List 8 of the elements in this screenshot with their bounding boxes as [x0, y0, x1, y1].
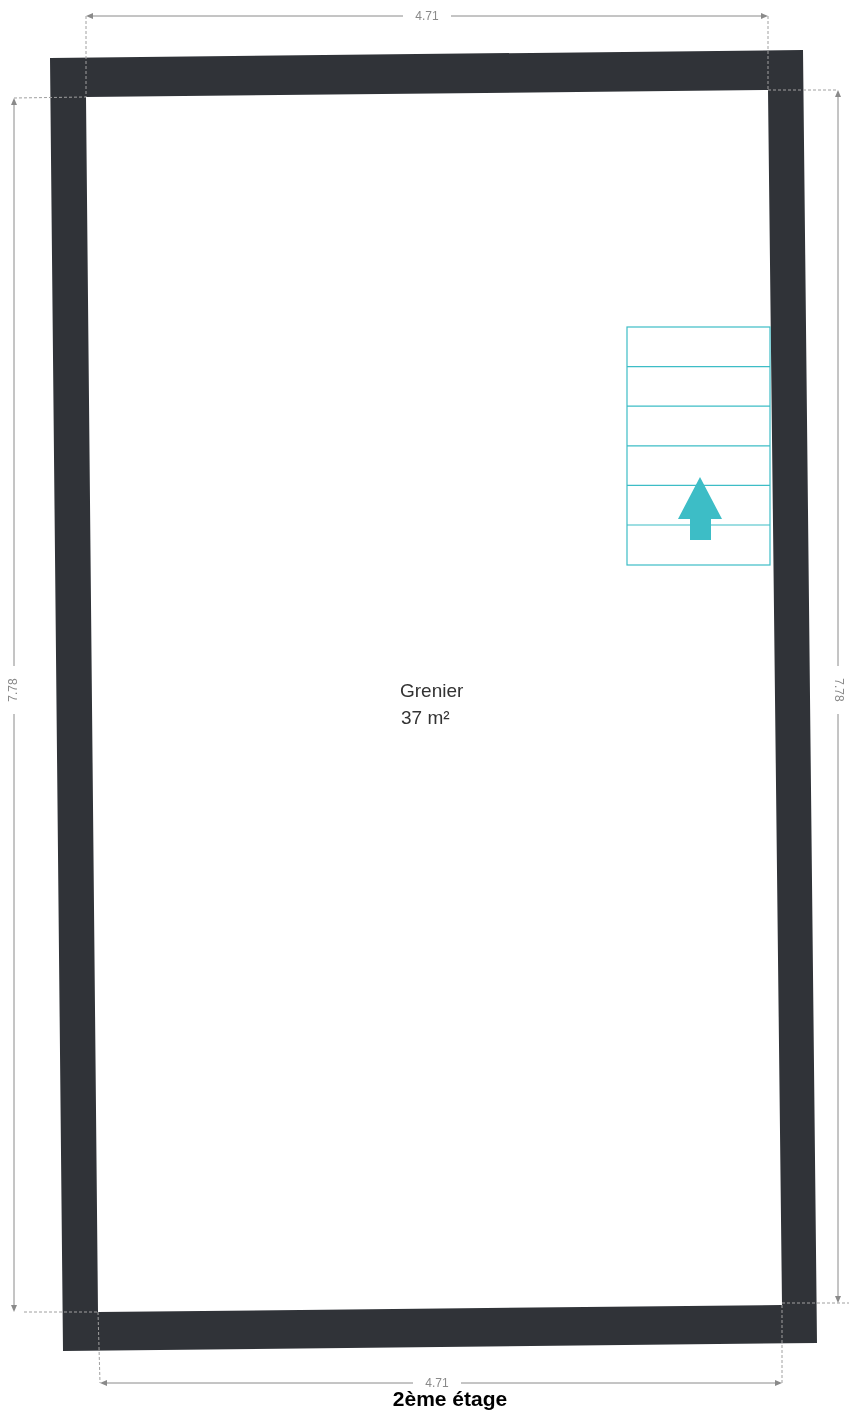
dimension-label: 4.71: [425, 1376, 449, 1390]
dimension-label: 7.78: [831, 678, 846, 702]
floor-title: 2ème étage: [392, 1387, 508, 1410]
dimension-label: 7.78: [6, 678, 21, 702]
dimension-label: 4.71: [415, 9, 439, 23]
arrow-up-icon: [678, 477, 722, 540]
room-area: 37 m²: [401, 707, 450, 728]
room-name: Grenier: [400, 680, 464, 701]
